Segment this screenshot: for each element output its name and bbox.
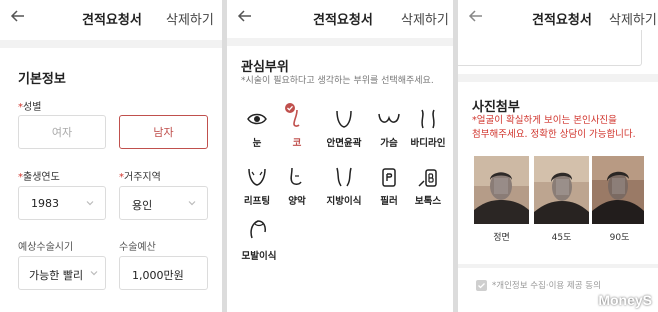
selected-check-icon — [285, 103, 295, 113]
photo-note-line2: 첨부해주세요. 정확한 상담이 가능합니다. — [472, 129, 636, 140]
birth-year-select[interactable]: 1983 — [18, 186, 106, 220]
watermark-logo: MoneyS — [598, 292, 652, 308]
photo-caption-90: 90도 — [609, 233, 630, 243]
filler-icon — [382, 168, 396, 187]
jaw-icon — [290, 167, 302, 185]
body-line-icon — [421, 109, 435, 129]
face-contour-icon — [336, 110, 352, 128]
surgery-time-label: 예상수술시기 — [18, 242, 74, 253]
section-title: 사진첨부 — [472, 100, 520, 115]
header: 견적요청서 삭제하기 — [227, 0, 453, 34]
section-title: 기본정보 — [18, 72, 66, 87]
photo-90-degree[interactable] — [592, 156, 644, 224]
back-arrow-icon[interactable] — [466, 6, 486, 26]
delete-button[interactable]: 삭제하기 — [401, 9, 449, 28]
residence-select[interactable]: 용인 — [119, 186, 208, 220]
header: 견적요청서 삭제하기 — [458, 0, 658, 34]
page-title: 견적요청서 — [313, 13, 373, 28]
photo-front[interactable] — [474, 156, 529, 224]
chest-icon — [378, 113, 400, 123]
gender-female-button[interactable]: 여자 — [18, 115, 106, 149]
eye-icon — [247, 113, 267, 125]
residence-label: *거주지역 — [119, 172, 161, 183]
part-fat-graft[interactable]: 지방이식 — [319, 166, 369, 214]
photo-attach-screen: 견적요청서 삭제하기 사진첨부 *얼굴이 확실하게 보이는 본인사진을 첨부해주… — [458, 0, 658, 312]
interest-area-screen: 견적요청서 삭제하기 관심부위 *시술이 필요하다고 생각하는 부위를 선택해주… — [227, 0, 453, 312]
chevron-down-icon — [86, 201, 94, 206]
part-face-contour[interactable]: 안면윤곽 — [319, 108, 369, 156]
hint-text: *시술이 필요하다고 생각하는 부위를 선택해주세요. — [241, 76, 434, 86]
page-title: 견적요청서 — [532, 13, 592, 28]
photo-45-degree[interactable] — [534, 156, 589, 224]
fat-graft-icon — [336, 167, 352, 187]
page-title: 견적요청서 — [82, 13, 142, 28]
botox-icon — [418, 169, 437, 187]
part-botox[interactable]: 보톡스 — [403, 166, 453, 214]
photo-caption-front: 정면 — [493, 233, 510, 243]
agree-checkbox[interactable] — [476, 280, 487, 291]
budget-label: 수술예산 — [119, 242, 156, 253]
gender-label: *성별 — [18, 102, 42, 113]
divider — [227, 38, 453, 46]
divider — [458, 264, 658, 268]
delete-button[interactable]: 삭제하기 — [609, 9, 657, 28]
part-body-line[interactable]: 바디라인 — [403, 108, 453, 156]
part-lifting[interactable]: 리프팅 — [235, 166, 279, 214]
photo-caption-45: 45도 — [551, 233, 572, 243]
text-area-remnant[interactable] — [458, 30, 642, 66]
chevron-down-icon — [90, 271, 98, 276]
gender-male-button[interactable]: 남자 — [119, 115, 208, 149]
basic-info-screen: 견적요청서 삭제하기 기본정보 *성별 여자 남자 *출생연도 1983 *거주… — [0, 0, 222, 312]
part-hair-transplant[interactable]: 모발이식 — [235, 218, 283, 266]
agree-text: *개인정보 수집·이용 제공 동의 — [492, 281, 601, 291]
back-arrow-icon[interactable] — [235, 6, 255, 26]
part-jaw[interactable]: 양악 — [275, 166, 319, 214]
budget-input[interactable]: 1,000만원 — [119, 256, 208, 290]
birth-year-label: *출생연도 — [18, 172, 60, 183]
lifting-icon — [248, 168, 266, 186]
chevron-down-icon — [188, 201, 196, 206]
divider — [0, 40, 222, 48]
part-eye[interactable]: 눈 — [235, 108, 279, 156]
hair-transplant-icon — [250, 220, 266, 239]
photo-note-line1: *얼굴이 확실하게 보이는 본인사진을 — [472, 115, 617, 126]
part-nose[interactable]: 코 — [275, 103, 319, 156]
delete-button[interactable]: 삭제하기 — [166, 9, 214, 28]
header: 견적요청서 삭제하기 — [0, 0, 222, 34]
divider — [458, 74, 658, 82]
back-arrow-icon[interactable] — [8, 6, 28, 26]
surgery-time-select[interactable]: 가능한 빨리 — [18, 256, 106, 290]
